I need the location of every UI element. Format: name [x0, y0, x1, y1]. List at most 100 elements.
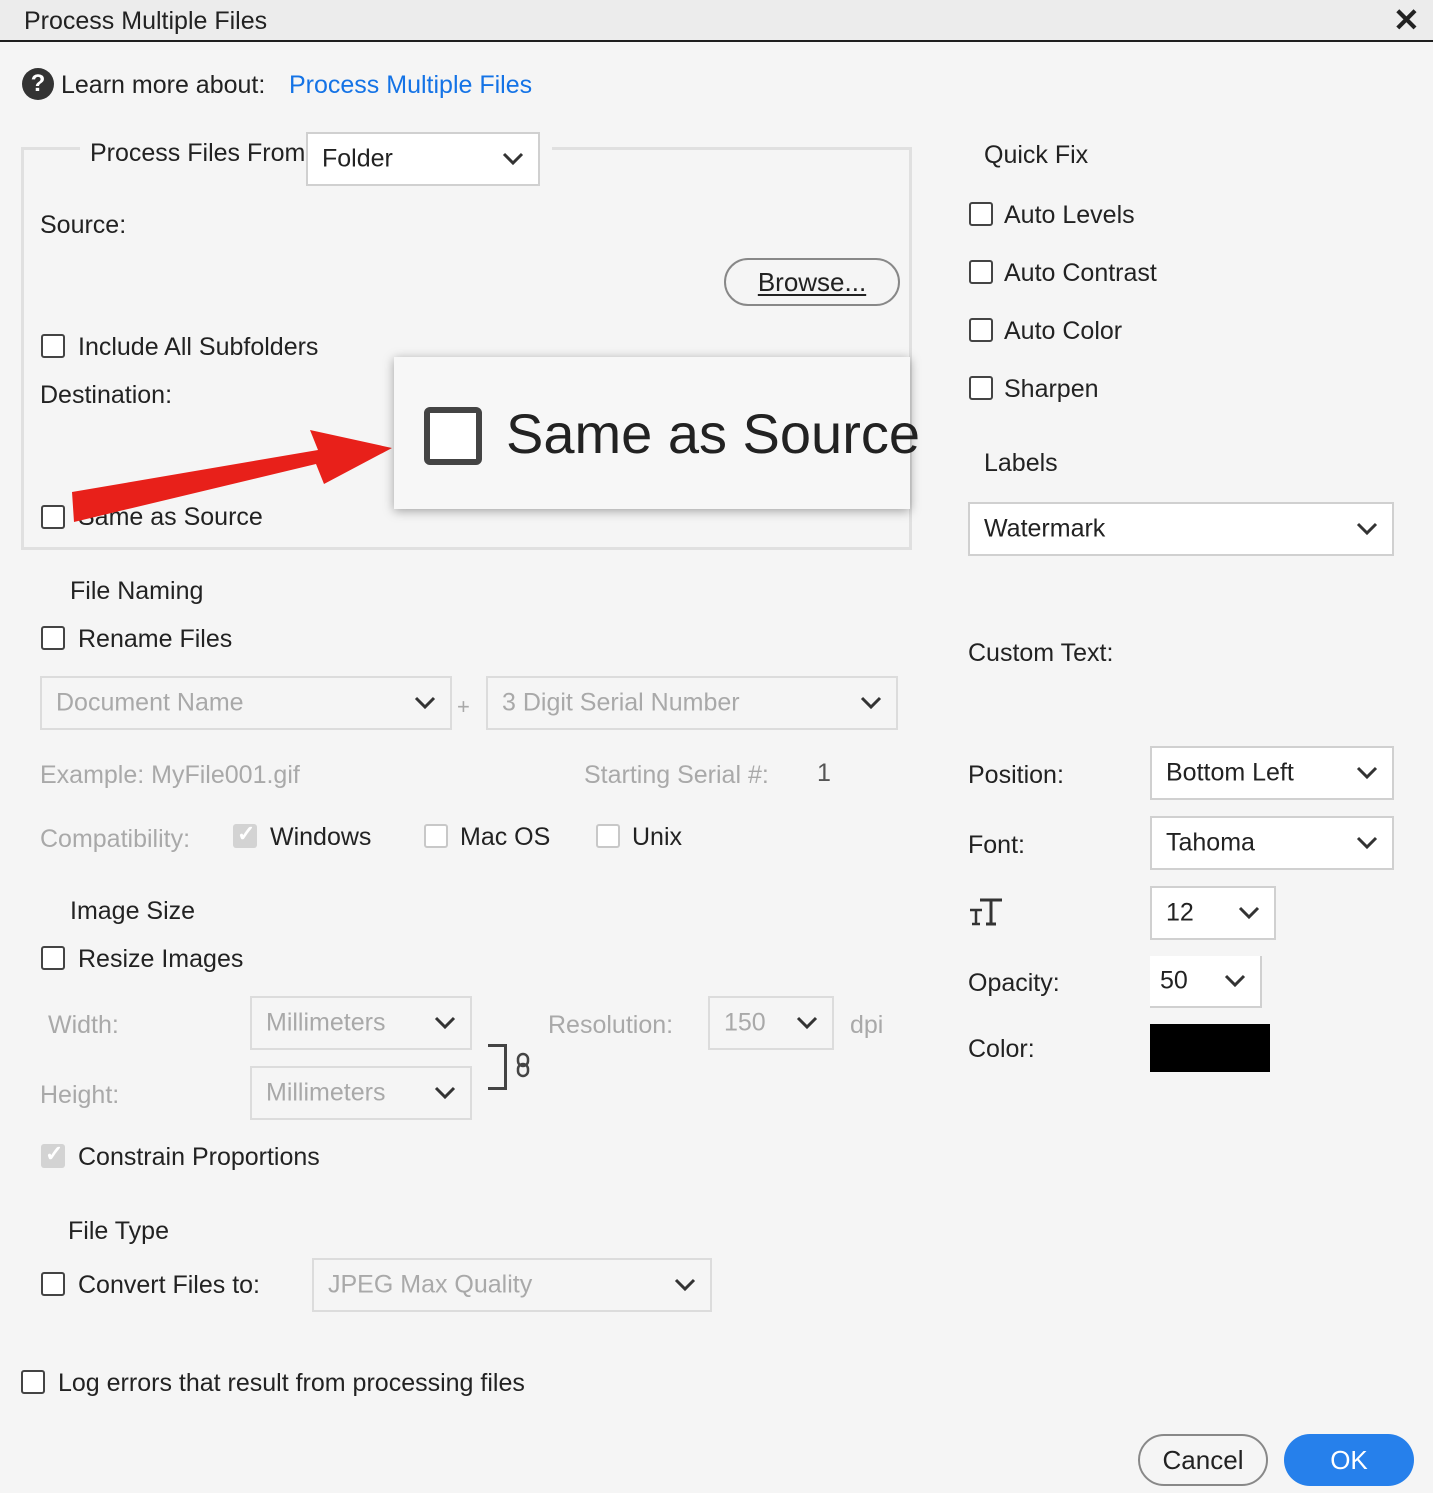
auto-contrast-label: Auto Contrast: [1004, 259, 1157, 287]
plus-sign: +: [457, 694, 470, 719]
height-unit-value: Millimeters: [266, 1078, 386, 1107]
chain-link-icon[interactable]: [514, 1052, 534, 1078]
cancel-button-label: Cancel: [1162, 1445, 1244, 1475]
opacity-value: 50: [1160, 966, 1188, 995]
font-label: Font:: [968, 831, 1025, 859]
position-value: Bottom Left: [1166, 758, 1294, 787]
starting-serial-label: Starting Serial #:: [584, 761, 769, 789]
convert-format-dropdown[interactable]: JPEG Max Quality: [312, 1258, 712, 1312]
resolution-label: Resolution:: [548, 1011, 674, 1039]
font-size-value: 12: [1166, 898, 1194, 927]
auto-color-label: Auto Color: [1004, 317, 1123, 345]
width-label: Width:: [48, 1011, 119, 1039]
resize-images-label: Resize Images: [78, 945, 244, 973]
custom-text-label: Custom Text:: [968, 639, 1114, 667]
opacity-dropdown[interactable]: 50: [1150, 956, 1262, 1008]
quick-fix-heading: Quick Fix: [984, 141, 1089, 169]
window-title: Process Multiple Files: [24, 7, 268, 35]
ok-button-label: OK: [1330, 1445, 1368, 1475]
opacity-label: Opacity:: [968, 969, 1060, 997]
position-label: Position:: [968, 761, 1064, 789]
auto-levels-label: Auto Levels: [1004, 201, 1135, 229]
chevron-down-icon: [1238, 906, 1260, 920]
same-as-source-callout: Same as Source: [394, 357, 920, 509]
include-subfolders-label: Include All Subfolders: [78, 333, 319, 361]
resolution-dropdown[interactable]: 150: [708, 996, 834, 1050]
chevron-down-icon: [434, 1016, 456, 1030]
labels-heading: Labels: [984, 449, 1058, 477]
height-label: Height:: [40, 1081, 120, 1109]
link-bracket: [488, 1044, 507, 1090]
log-errors-checkbox[interactable]: [21, 1370, 45, 1394]
chevron-down-icon: [674, 1278, 696, 1292]
height-unit-dropdown[interactable]: Millimeters: [250, 1066, 472, 1120]
close-icon[interactable]: ✕: [1393, 2, 1420, 38]
browse-button[interactable]: Browse...: [724, 258, 900, 306]
width-unit-dropdown[interactable]: Millimeters: [250, 996, 472, 1050]
sharpen-label: Sharpen: [1004, 375, 1099, 403]
dpi-label: dpi: [850, 1011, 884, 1039]
resize-images-checkbox[interactable]: [41, 946, 65, 970]
chevron-down-icon: [796, 1016, 818, 1030]
sharpen-checkbox[interactable]: [969, 376, 993, 400]
convert-files-label: Convert Files to:: [78, 1271, 261, 1299]
compatibility-label: Compatibility:: [40, 825, 191, 853]
labels-type-dropdown[interactable]: Watermark: [968, 502, 1394, 556]
name-part2-value: 3 Digit Serial Number: [502, 688, 740, 717]
naming-example: Example: MyFile001.gif: [40, 761, 300, 789]
constrain-proportions-checkbox[interactable]: [41, 1141, 65, 1168]
log-errors-label: Log errors that result from processing f…: [58, 1369, 525, 1397]
process-from-label: Process Files From:: [80, 138, 323, 168]
rename-files-checkbox[interactable]: [41, 626, 65, 650]
callout-label: Same as Source: [506, 402, 920, 465]
help-link[interactable]: Process Multiple Files: [289, 70, 532, 100]
process-from-dropdown[interactable]: Folder: [306, 132, 540, 186]
chevron-down-icon: [1224, 974, 1246, 988]
browse-button-label: Browse...: [757, 267, 867, 297]
source-label: Source:: [40, 211, 127, 239]
learn-more-label: Learn more about:: [61, 71, 266, 99]
font-value: Tahoma: [1166, 828, 1255, 857]
chevron-down-icon: [502, 152, 524, 166]
starting-serial-value[interactable]: 1: [817, 758, 831, 788]
unix-label: Unix: [632, 823, 683, 851]
chevron-down-icon: [860, 696, 882, 710]
color-swatch[interactable]: [1150, 1024, 1270, 1072]
ok-button[interactable]: OK: [1284, 1434, 1414, 1486]
file-type-heading: File Type: [68, 1217, 169, 1245]
windows-checkbox[interactable]: [233, 821, 257, 848]
convert-format-value: JPEG Max Quality: [328, 1270, 533, 1299]
color-label: Color:: [968, 1035, 1035, 1063]
red-arrow-annotation: [72, 430, 392, 522]
labels-type-value: Watermark: [984, 514, 1106, 543]
chevron-down-icon: [1356, 836, 1378, 850]
convert-files-checkbox[interactable]: [41, 1272, 65, 1296]
font-size-icon: [970, 898, 1002, 926]
name-part1-value: Document Name: [56, 688, 244, 717]
width-unit-value: Millimeters: [266, 1008, 386, 1037]
macos-checkbox[interactable]: [424, 824, 448, 848]
chevron-down-icon: [434, 1086, 456, 1100]
help-icon[interactable]: ?: [22, 68, 54, 100]
auto-levels-checkbox[interactable]: [969, 202, 993, 226]
font-dropdown[interactable]: Tahoma: [1150, 816, 1394, 870]
unix-checkbox[interactable]: [596, 824, 620, 848]
chevron-down-icon: [1356, 766, 1378, 780]
cancel-button[interactable]: Cancel: [1138, 1434, 1268, 1486]
macos-label: Mac OS: [460, 823, 551, 851]
resolution-value: 150: [724, 1008, 766, 1037]
name-part1-dropdown[interactable]: Document Name: [40, 676, 452, 730]
auto-color-checkbox[interactable]: [969, 318, 993, 342]
auto-contrast-checkbox[interactable]: [969, 260, 993, 284]
font-size-dropdown[interactable]: 12: [1150, 886, 1276, 940]
image-size-heading: Image Size: [70, 897, 196, 925]
chevron-down-icon: [414, 696, 436, 710]
rename-files-label: Rename Files: [78, 625, 233, 653]
position-dropdown[interactable]: Bottom Left: [1150, 746, 1394, 800]
constrain-proportions-label: Constrain Proportions: [78, 1143, 320, 1171]
process-from-value: Folder: [322, 144, 393, 173]
name-part2-dropdown[interactable]: 3 Digit Serial Number: [486, 676, 898, 730]
file-naming-heading: File Naming: [70, 577, 204, 605]
include-subfolders-checkbox[interactable]: [41, 334, 65, 358]
chevron-down-icon: [1356, 522, 1378, 536]
